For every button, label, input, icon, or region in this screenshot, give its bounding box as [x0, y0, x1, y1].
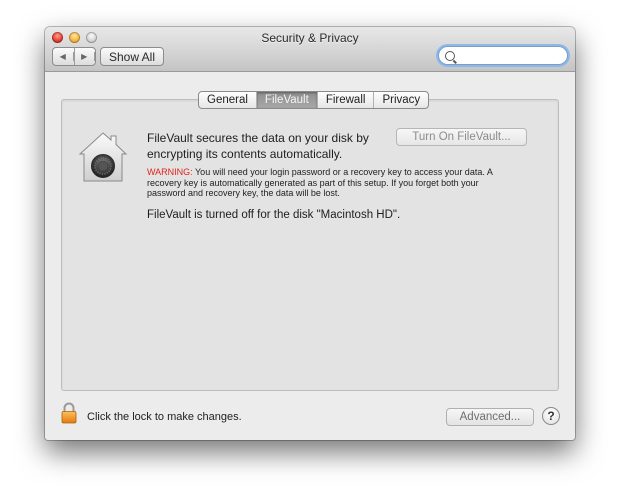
forward-button[interactable]: ▶: [75, 48, 95, 65]
tab-general[interactable]: General: [199, 92, 257, 108]
advanced-button[interactable]: Advanced...: [446, 408, 534, 426]
show-all-button[interactable]: Show All: [100, 47, 164, 66]
security-privacy-window: Security & Privacy ◀ ▶ Show All General …: [45, 27, 575, 440]
navigation-buttons: ◀ ▶: [52, 47, 96, 66]
lock-icon[interactable]: [61, 402, 77, 424]
title-bar: Security & Privacy ◀ ▶ Show All: [45, 27, 575, 72]
filevault-description: FileVault secures the data on your disk …: [147, 131, 369, 161]
tab-filevault[interactable]: FileVault: [256, 92, 318, 108]
window-title: Security & Privacy: [261, 31, 359, 45]
search-icon: [445, 50, 455, 61]
forward-arrow-icon: ▶: [75, 52, 95, 61]
warning-label: WARNING:: [147, 167, 193, 177]
tab-privacy[interactable]: Privacy: [374, 92, 428, 108]
filevault-house-icon: [78, 132, 128, 182]
back-button[interactable]: ◀: [53, 48, 75, 65]
tab-bar: General FileVault Firewall Privacy: [198, 91, 430, 109]
filevault-status: FileVault is turned off for the disk "Ma…: [147, 209, 401, 221]
search-input[interactable]: [459, 48, 567, 63]
warning-message: WARNING: You will need your login passwo…: [147, 167, 517, 199]
help-icon: ?: [547, 409, 555, 423]
back-arrow-icon: ◀: [53, 52, 74, 61]
lock-message: Click the lock to make changes.: [87, 411, 242, 423]
turn-on-filevault-button[interactable]: Turn On FileVault...: [396, 128, 527, 146]
tab-firewall[interactable]: Firewall: [318, 92, 375, 108]
help-button[interactable]: ?: [542, 407, 560, 425]
warning-text: You will need your login password or a r…: [147, 167, 493, 198]
search-field[interactable]: [438, 46, 568, 65]
